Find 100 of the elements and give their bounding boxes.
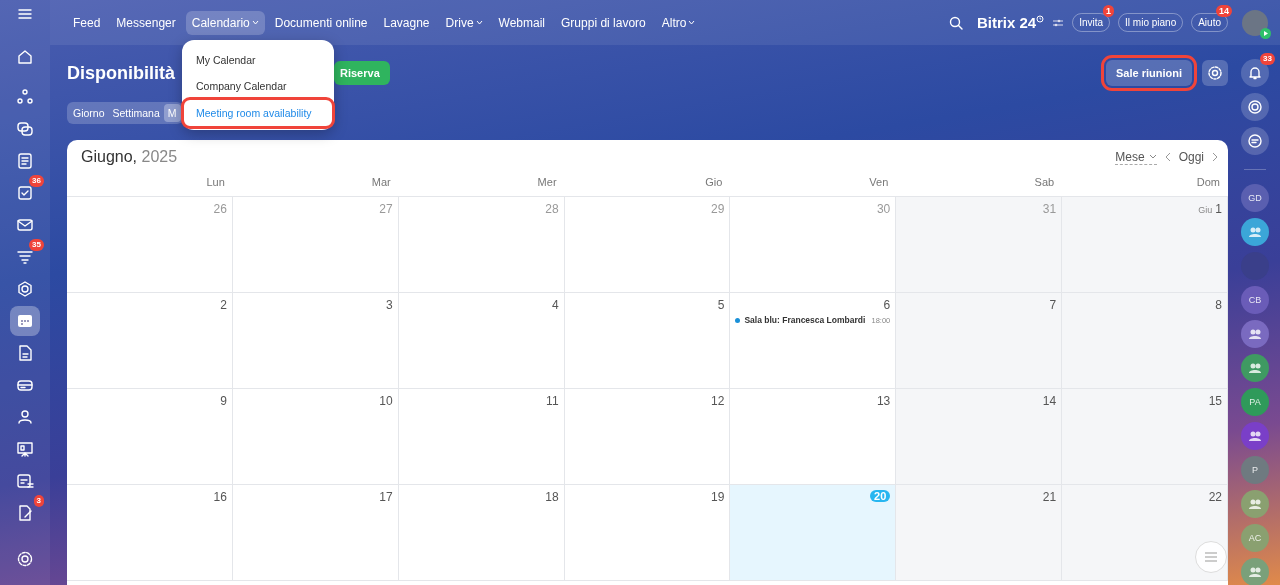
sliders-icon[interactable] bbox=[1052, 17, 1065, 28]
sidebar-button[interactable] bbox=[1241, 127, 1269, 155]
event-title[interactable]: Sala blu: Francesca Lombardi bbox=[744, 315, 866, 325]
avatar-initials[interactable]: P bbox=[1241, 456, 1269, 484]
notification-badge: 33 bbox=[1260, 53, 1275, 65]
day-cell[interactable]: 11 bbox=[398, 389, 565, 485]
day-number: 26 bbox=[213, 202, 227, 216]
next-button[interactable] bbox=[1212, 152, 1218, 162]
day-cell[interactable]: 28 bbox=[398, 197, 565, 293]
notification-badge: 36 bbox=[29, 175, 44, 187]
day-cell[interactable]: 16 bbox=[67, 485, 233, 581]
brand-name: Bitrix 24 bbox=[976, 14, 1037, 31]
day-cell[interactable]: 29 bbox=[564, 197, 731, 293]
weekday-label: Mer bbox=[536, 175, 558, 190]
nav-item[interactable]: Altro bbox=[655, 10, 702, 35]
nav-item[interactable]: Calendario bbox=[185, 10, 265, 35]
view-select[interactable]: Mese bbox=[1115, 149, 1157, 165]
edit-icon bbox=[16, 504, 34, 522]
menu-item[interactable]: Company Calendar bbox=[182, 74, 334, 98]
menu-item[interactable]: Meeting room availability bbox=[184, 100, 332, 126]
avatar-initials[interactable]: PA bbox=[1241, 388, 1269, 416]
day-cell[interactable]: 3 bbox=[232, 293, 399, 389]
home-icon bbox=[16, 48, 34, 66]
day-number: 15 bbox=[1208, 394, 1222, 408]
sidebar-button[interactable] bbox=[1241, 320, 1269, 348]
menu-icon[interactable] bbox=[18, 8, 32, 20]
day-cell[interactable]: 22 bbox=[1062, 485, 1228, 581]
avatar-initials[interactable]: GD bbox=[1241, 184, 1269, 212]
calendar-icon bbox=[16, 312, 34, 330]
nav-item[interactable]: Messenger bbox=[110, 10, 182, 35]
day-cell[interactable]: 4 bbox=[398, 293, 565, 389]
nav-item[interactable]: Webmail bbox=[492, 10, 552, 35]
weekday-label: Sab bbox=[1033, 175, 1056, 190]
avatar-icon[interactable] bbox=[1242, 9, 1268, 36]
weekday-label: Ven bbox=[868, 175, 890, 190]
day-cell[interactable]: 8 bbox=[1062, 293, 1228, 389]
nav-item[interactable]: Feed bbox=[67, 10, 107, 35]
sidebar-button[interactable] bbox=[1241, 422, 1269, 450]
sidebar-button[interactable] bbox=[1241, 218, 1269, 246]
schedule-icon bbox=[16, 472, 34, 490]
nav-item[interactable]: Lavagne bbox=[377, 10, 436, 35]
weekday-label: Dom bbox=[1195, 175, 1221, 190]
day-cell[interactable]: 10 bbox=[232, 389, 399, 485]
sidebar-button[interactable] bbox=[1241, 59, 1269, 87]
chevron-icon bbox=[1148, 154, 1157, 159]
list-icon bbox=[1204, 551, 1218, 563]
funnel-icon bbox=[16, 248, 34, 266]
sidebar-button[interactable] bbox=[1241, 354, 1269, 382]
notification-badge: 35 bbox=[29, 239, 44, 251]
day-number: 13 bbox=[876, 394, 891, 408]
day-cell[interactable]: 14 bbox=[896, 389, 1063, 485]
day-number: 14 bbox=[1042, 394, 1057, 408]
day-cell[interactable]: 9 bbox=[67, 389, 233, 485]
today-button[interactable]: Oggi bbox=[1178, 150, 1204, 164]
day-cell[interactable]: 21 bbox=[896, 485, 1063, 581]
day-cell[interactable]: 15 bbox=[1062, 389, 1228, 485]
day-number: 10 bbox=[379, 394, 393, 408]
month-label: Giu bbox=[1198, 205, 1213, 215]
day-number: 28 bbox=[545, 202, 559, 216]
sidebar-item[interactable] bbox=[10, 306, 40, 336]
people-icon bbox=[16, 408, 34, 426]
day-number: 2 bbox=[220, 298, 227, 312]
clock-icon bbox=[1036, 14, 1045, 23]
sidebar-button[interactable] bbox=[1241, 490, 1269, 518]
search-icon[interactable] bbox=[948, 15, 963, 30]
notification-badge: 3 bbox=[33, 495, 44, 507]
day-number: 30 bbox=[876, 202, 891, 216]
nav-item[interactable]: Drive bbox=[439, 10, 489, 35]
task-icon bbox=[16, 184, 34, 202]
settings-button[interactable] bbox=[1202, 60, 1228, 86]
day-number: 17 bbox=[379, 490, 393, 504]
day-number: 12 bbox=[711, 394, 725, 408]
view-tab[interactable]: Settimana bbox=[108, 104, 164, 122]
day-number: 19 bbox=[711, 490, 725, 504]
view-tab[interactable]: Giorno bbox=[69, 104, 109, 122]
month-title: Giugno, 2025 bbox=[81, 148, 178, 166]
day-number: 29 bbox=[711, 202, 725, 216]
day-cell[interactable]: Giu 1 bbox=[1062, 197, 1228, 293]
day-cell[interactable]: 26 bbox=[67, 197, 233, 293]
day-cell[interactable]: 18 bbox=[398, 485, 565, 581]
nav-item[interactable]: Documenti online bbox=[268, 10, 374, 35]
document-icon bbox=[16, 344, 34, 362]
day-number: 18 bbox=[545, 490, 559, 504]
previous-button[interactable] bbox=[1164, 152, 1171, 162]
day-number: 7 bbox=[1049, 298, 1057, 312]
day-cell[interactable]: 17 bbox=[232, 485, 399, 581]
day-cell[interactable]: 12 bbox=[564, 389, 731, 485]
day-cell[interactable]: 5 bbox=[564, 293, 731, 389]
share-icon bbox=[16, 88, 34, 106]
notification-badge: 1 bbox=[1103, 5, 1115, 17]
day-cell[interactable]: 7 bbox=[896, 293, 1063, 389]
sidebar-button[interactable] bbox=[1241, 93, 1269, 121]
day-cell[interactable]: 2 bbox=[67, 293, 233, 389]
day-number: 4 bbox=[551, 298, 559, 312]
avatar-initials[interactable]: CB bbox=[1241, 286, 1269, 314]
weekday-label: Lun bbox=[205, 175, 226, 190]
nav-item[interactable]: Gruppi di lavoro bbox=[555, 10, 652, 35]
day-number: 31 bbox=[1042, 202, 1057, 216]
menu-item[interactable]: My Calendar bbox=[182, 48, 334, 72]
day-number: 5 bbox=[717, 298, 725, 312]
